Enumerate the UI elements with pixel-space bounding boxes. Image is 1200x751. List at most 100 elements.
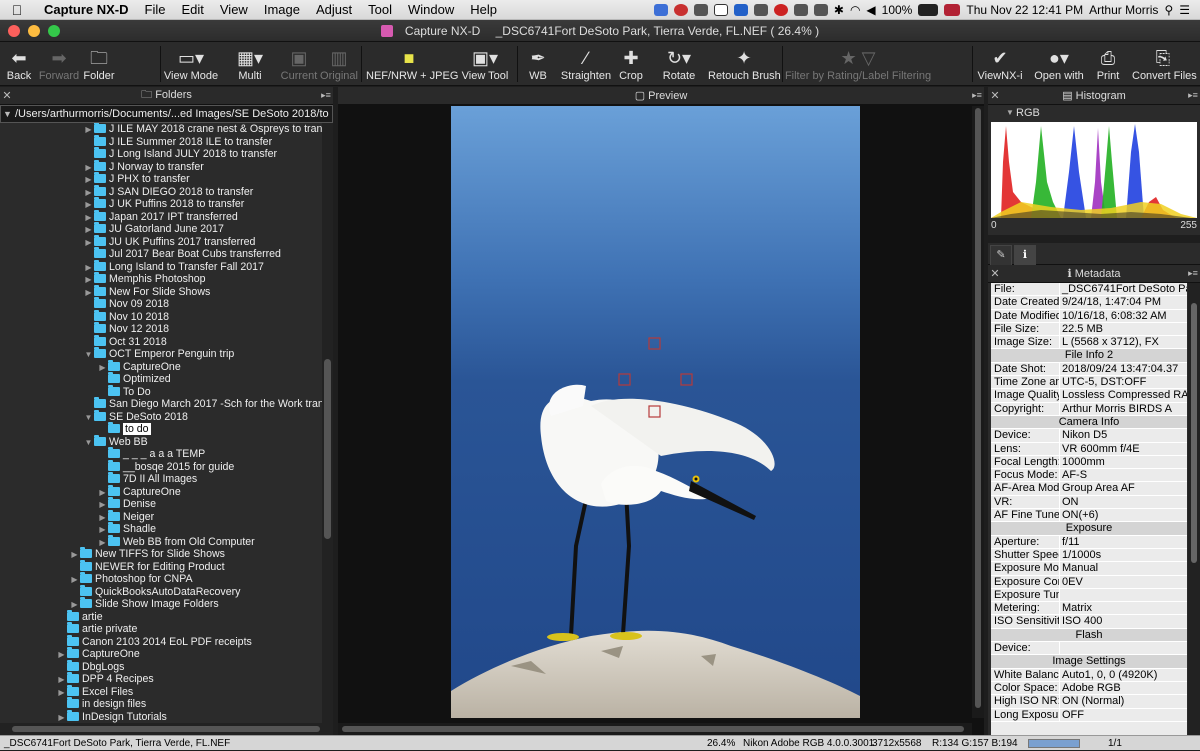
close-icon[interactable]: ✕ — [0, 89, 14, 102]
folder-item[interactable]: ▶ DPP 4 Recipes — [56, 672, 154, 686]
menu-tool[interactable]: Tool — [360, 2, 400, 17]
disclosure-open-icon[interactable]: ▼ — [83, 437, 94, 450]
folder-item-selected[interactable]: to do — [97, 422, 151, 436]
folder-item[interactable]: Jul 2017 Bear Boat Cubs transferred — [83, 247, 281, 261]
folder-item[interactable]: _ _ _ a a a TEMP — [97, 447, 205, 461]
menu-edit[interactable]: Edit — [173, 2, 211, 17]
forward-button[interactable]: ➡ Forward — [38, 42, 80, 86]
folder-item[interactable]: ▼ Web BB — [83, 434, 148, 450]
folder-item[interactable]: ▶ CaptureOne — [56, 647, 140, 661]
flag-icon[interactable] — [944, 3, 961, 16]
straighten-button[interactable]: ∕ Straighten — [560, 42, 612, 86]
original-button[interactable]: ▥ Original — [320, 42, 358, 86]
metadata-section-header[interactable]: Flash — [991, 628, 1187, 643]
s-app-icon[interactable] — [773, 3, 788, 16]
print-button[interactable]: ⎙ Print — [1094, 42, 1122, 86]
wb-button[interactable]: ✒ WB — [524, 42, 552, 86]
folder-item[interactable]: Optimized — [97, 372, 171, 386]
preview-image[interactable] — [451, 106, 860, 718]
folder-item[interactable]: ▶ J SAN DIEGO 2018 to transfer — [83, 184, 253, 199]
folder-item[interactable]: ▶ JU UK Puffins 2017 transferred — [83, 234, 255, 249]
tab-info[interactable]: ℹ — [1014, 245, 1036, 265]
folder-item[interactable]: ▶ Japan 2017 IPT transferred — [83, 209, 238, 224]
folder-item[interactable]: 7D II All Images — [97, 472, 197, 486]
folder-item[interactable]: ▶ J UK Puffins 2018 to transfer — [83, 197, 244, 211]
view-mode-button[interactable]: ▭▾ View Mode — [163, 42, 219, 86]
metadata-section-header[interactable]: Camera Info — [991, 415, 1187, 430]
folder-item[interactable]: ▶ Denise — [97, 497, 156, 511]
apple-menu-icon[interactable]:  — [0, 2, 34, 18]
folder-item[interactable]: ▶ Slide Show Image Folders — [69, 597, 219, 611]
folder-item[interactable]: ▶ Photoshop for CNPA — [69, 572, 193, 586]
menu-file[interactable]: File — [137, 2, 174, 17]
open-with-button[interactable]: ●▾ Open with — [1034, 42, 1084, 86]
disclosure-open-icon[interactable]: ▼ — [83, 412, 94, 425]
folder-item[interactable]: ▶ Memphis Photoshop — [83, 272, 206, 286]
folder-item[interactable]: DbgLogs — [56, 659, 124, 674]
panel-menu-icon[interactable]: ▸≡ — [970, 90, 984, 101]
folder-item[interactable]: Nov 09 2018 — [83, 297, 169, 311]
airplay-icon[interactable] — [793, 3, 808, 16]
dropbox-icon[interactable] — [653, 3, 668, 16]
convert-files-button[interactable]: ⎘ Convert Files — [1132, 42, 1197, 86]
multi-button[interactable]: ▦▾ Multi — [232, 42, 268, 86]
folder-item[interactable]: in design files — [56, 697, 146, 711]
menu-adjust[interactable]: Adjust — [308, 2, 360, 17]
folder-item[interactable]: San Diego March 2017 -Sch for the Work t… — [83, 397, 322, 411]
panel-menu-icon[interactable]: ▸≡ — [1186, 90, 1200, 101]
view-tool-button[interactable]: ▣▾ View Tool — [460, 42, 510, 86]
folder-item[interactable]: ▶ New TIFFS for Slide Shows — [69, 547, 225, 561]
folder-item[interactable]: ▶ New For Slide Shows — [83, 284, 210, 299]
folder-item[interactable]: __bosqe 2015 for guide — [97, 459, 234, 474]
retouch-brush-button[interactable]: ✦ Retouch Brush — [708, 42, 781, 86]
menu-app[interactable]: Capture NX-D — [34, 2, 137, 17]
folder-item[interactable]: J Long Island JULY 2018 to transfer — [83, 147, 277, 161]
filter-button[interactable]: ★ ▽ Filter by Rating/Label Filtering — [784, 42, 932, 86]
folder-item[interactable]: artie private — [56, 622, 137, 636]
menu-help[interactable]: Help — [462, 2, 505, 17]
folder-item[interactable]: QuickBooksAutoDataRecovery — [69, 584, 240, 599]
disclosure-closed-icon[interactable]: ▶ — [56, 712, 67, 724]
folder-path-field[interactable]: ▼/Users/arthurmorris/Documents/...ed Ima… — [0, 105, 333, 123]
folder-item[interactable]: Canon 2103 2014 EoL PDF receipts — [56, 634, 252, 649]
metadata-section-header[interactable]: File Info 2 — [991, 349, 1187, 363]
metadata-section-header[interactable]: Exposure — [991, 522, 1187, 536]
search-icon[interactable]: ⚲ — [1164, 3, 1173, 17]
folder-item[interactable]: ▶ Long Island to Transfer Fall 2017 — [83, 259, 264, 274]
panel-menu-icon[interactable]: ▸≡ — [319, 90, 333, 101]
metadata-section-header[interactable]: Image Settings — [991, 655, 1187, 669]
rotate-button[interactable]: ↻▾ Rotate — [658, 42, 700, 86]
folder-item[interactable]: To Do — [97, 384, 151, 399]
menu-view[interactable]: View — [212, 2, 256, 17]
clock[interactable]: Thu Nov 22 12:41 PM — [966, 3, 1083, 17]
folder-item[interactable]: ▶ Shadle — [97, 522, 156, 536]
timemachine-icon[interactable] — [813, 3, 828, 16]
panel-menu-icon[interactable]: ▸≡ — [1186, 268, 1200, 279]
malwarebytes-icon[interactable] — [733, 3, 748, 16]
folder-item[interactable]: ▶ Neiger — [97, 509, 154, 524]
close-icon[interactable]: ✕ — [988, 89, 1002, 102]
folder-item[interactable]: ▶ J Norway to transfer — [83, 159, 204, 174]
menu-window[interactable]: Window — [400, 2, 462, 17]
metadata-vscroll[interactable] — [1188, 283, 1200, 735]
notification-center-icon[interactable]: ☰ — [1179, 3, 1190, 17]
folder-item[interactable]: artie — [56, 609, 103, 624]
folder-tree-vscroll[interactable] — [322, 123, 333, 723]
viewnx-button[interactable]: ✔ ViewNX-i — [976, 42, 1024, 86]
collapse-icon[interactable]: ▼ — [3, 106, 12, 122]
bluetooth-icon[interactable]: ✱ — [834, 3, 844, 17]
user-name[interactable]: Arthur Morris — [1089, 3, 1158, 17]
folder-item[interactable]: ▶ J PHX to transfer — [83, 172, 190, 186]
preview-hscroll[interactable] — [338, 723, 972, 735]
current-button[interactable]: ▣ Current — [280, 42, 318, 86]
folder-tree-hscroll[interactable] — [0, 723, 333, 735]
folder-item[interactable]: ▼ SE DeSoto 2018 — [83, 409, 188, 425]
disclosure-open-icon[interactable]: ▼ — [83, 349, 94, 362]
back-button[interactable]: ⬅ Back — [2, 42, 36, 86]
folder-item[interactable]: ▶ J ILE MAY 2018 crane nest & Ospreys to … — [83, 123, 322, 136]
crop-button[interactable]: ✚ Crop — [616, 42, 646, 86]
app-red-icon[interactable] — [673, 3, 688, 16]
folder-item[interactable]: ▶ JU Gatorland June 2017 — [83, 222, 224, 236]
histogram-channel-select[interactable]: ▼ RGB — [988, 105, 1200, 121]
folder-item[interactable]: Nov 12 2018 — [83, 322, 169, 336]
